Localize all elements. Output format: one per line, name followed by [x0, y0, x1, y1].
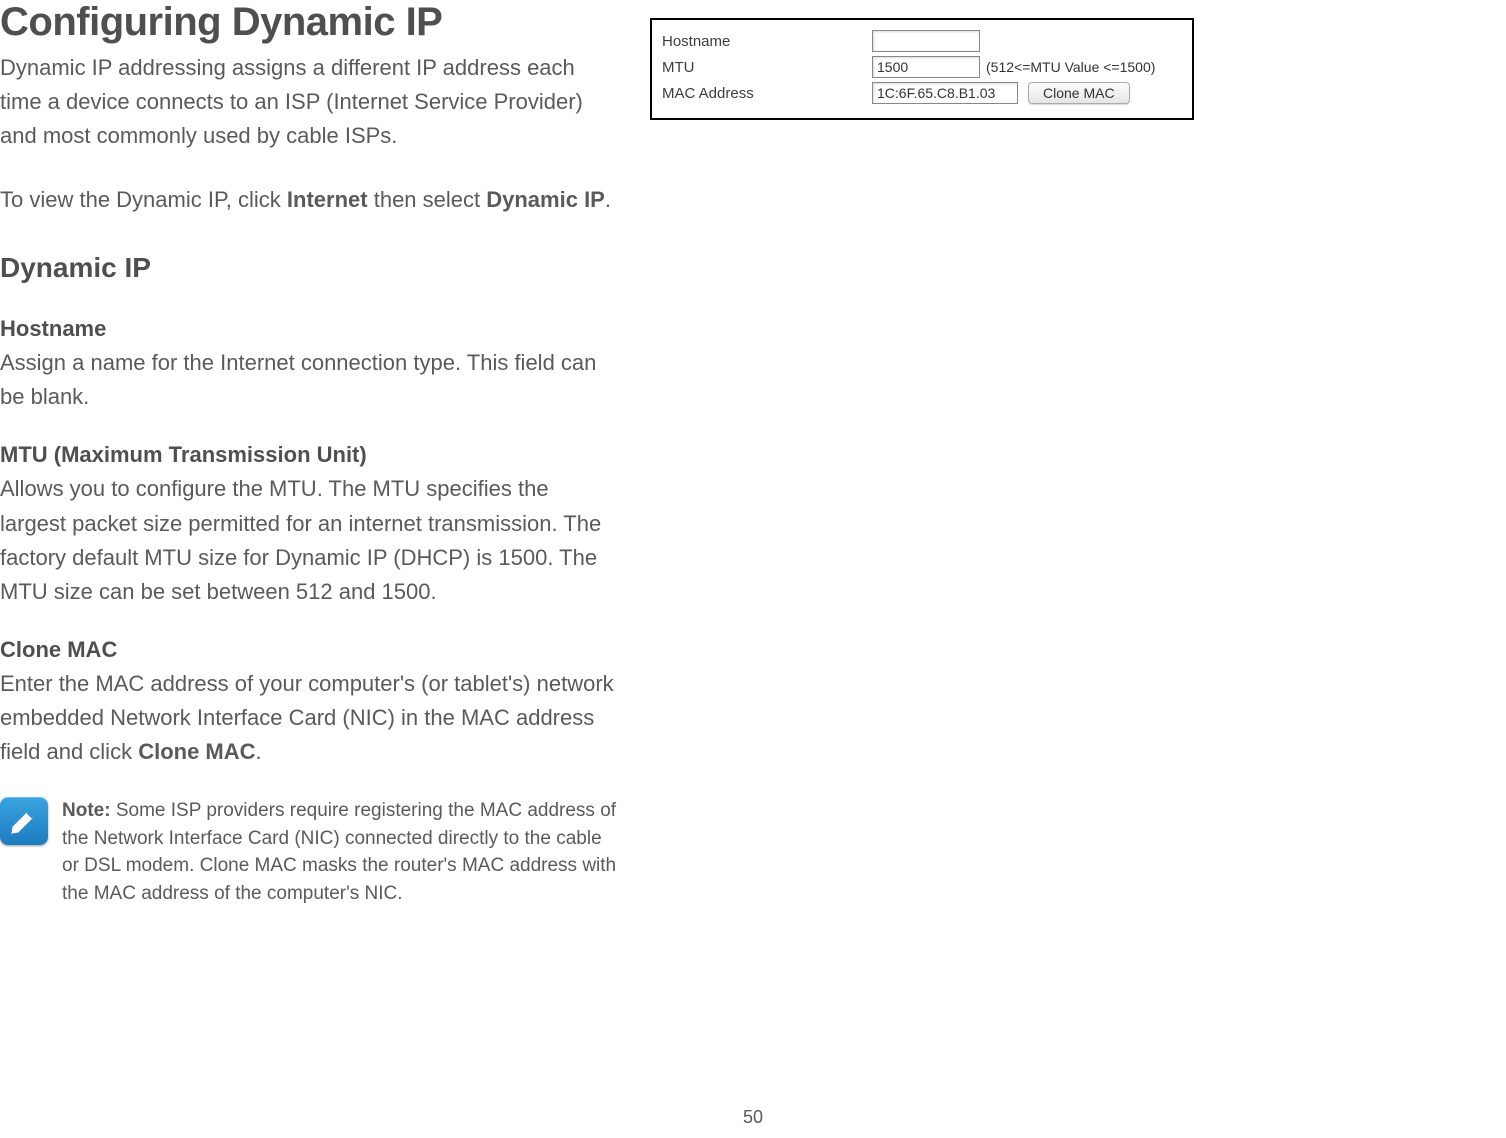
mac-address-label: MAC Address — [662, 85, 872, 102]
clone-body-post: . — [256, 739, 262, 764]
clone-body-pre: Enter the MAC address of your computer's… — [0, 671, 614, 764]
navigation-instruction: To view the Dynamic IP, click Internet t… — [0, 183, 620, 216]
subheading: Dynamic IP — [0, 252, 620, 284]
mtu-input[interactable] — [872, 56, 980, 78]
mtu-range-text: (512<=MTU Value <=1500) — [986, 59, 1155, 75]
intro-text: Dynamic IP addressing assigns a differen… — [0, 51, 620, 153]
section-clone-mac-title: Clone MAC — [0, 637, 620, 663]
hostname-input[interactable] — [872, 30, 980, 52]
clone-body-bold: Clone MAC — [138, 739, 255, 764]
page-number: 50 — [743, 1107, 763, 1128]
nav-text-mid: then select — [368, 187, 487, 212]
note-body: Some ISP providers require registering t… — [62, 800, 616, 904]
mac-row: MAC Address Clone MAC — [662, 82, 1182, 104]
clone-mac-button[interactable]: Clone MAC — [1028, 82, 1130, 104]
page-title: Configuring Dynamic IP — [0, 0, 620, 45]
note-block: Note: Some ISP providers require registe… — [0, 797, 620, 907]
note-text: Note: Some ISP providers require registe… — [62, 797, 620, 907]
section-mtu-title: MTU (Maximum Transmission Unit) — [0, 442, 620, 468]
note-label: Note: — [62, 800, 111, 821]
nav-dynamicip-keyword: Dynamic IP — [486, 187, 605, 212]
mtu-row: MTU (512<=MTU Value <=1500) — [662, 56, 1182, 78]
nav-internet-keyword: Internet — [287, 187, 368, 212]
section-mtu: MTU (Maximum Transmission Unit) Allows y… — [0, 442, 620, 608]
dynamic-ip-form-panel: Hostname MTU (512<=MTU Value <=1500) MAC… — [650, 18, 1194, 120]
hostname-row: Hostname — [662, 30, 1182, 52]
mac-address-input[interactable] — [872, 82, 1018, 104]
nav-text-pre: To view the Dynamic IP, click — [0, 187, 287, 212]
section-hostname-title: Hostname — [0, 316, 620, 342]
section-clone-mac: Clone MAC Enter the MAC address of your … — [0, 637, 620, 769]
nav-text-post: . — [605, 187, 611, 212]
section-hostname-body: Assign a name for the Internet connectio… — [0, 346, 620, 414]
note-pencil-icon — [0, 797, 48, 845]
section-mtu-body: Allows you to configure the MTU. The MTU… — [0, 472, 620, 608]
section-hostname: Hostname Assign a name for the Internet … — [0, 316, 620, 414]
hostname-label: Hostname — [662, 33, 872, 50]
section-clone-mac-body: Enter the MAC address of your computer's… — [0, 667, 620, 769]
mtu-label: MTU — [662, 59, 872, 76]
